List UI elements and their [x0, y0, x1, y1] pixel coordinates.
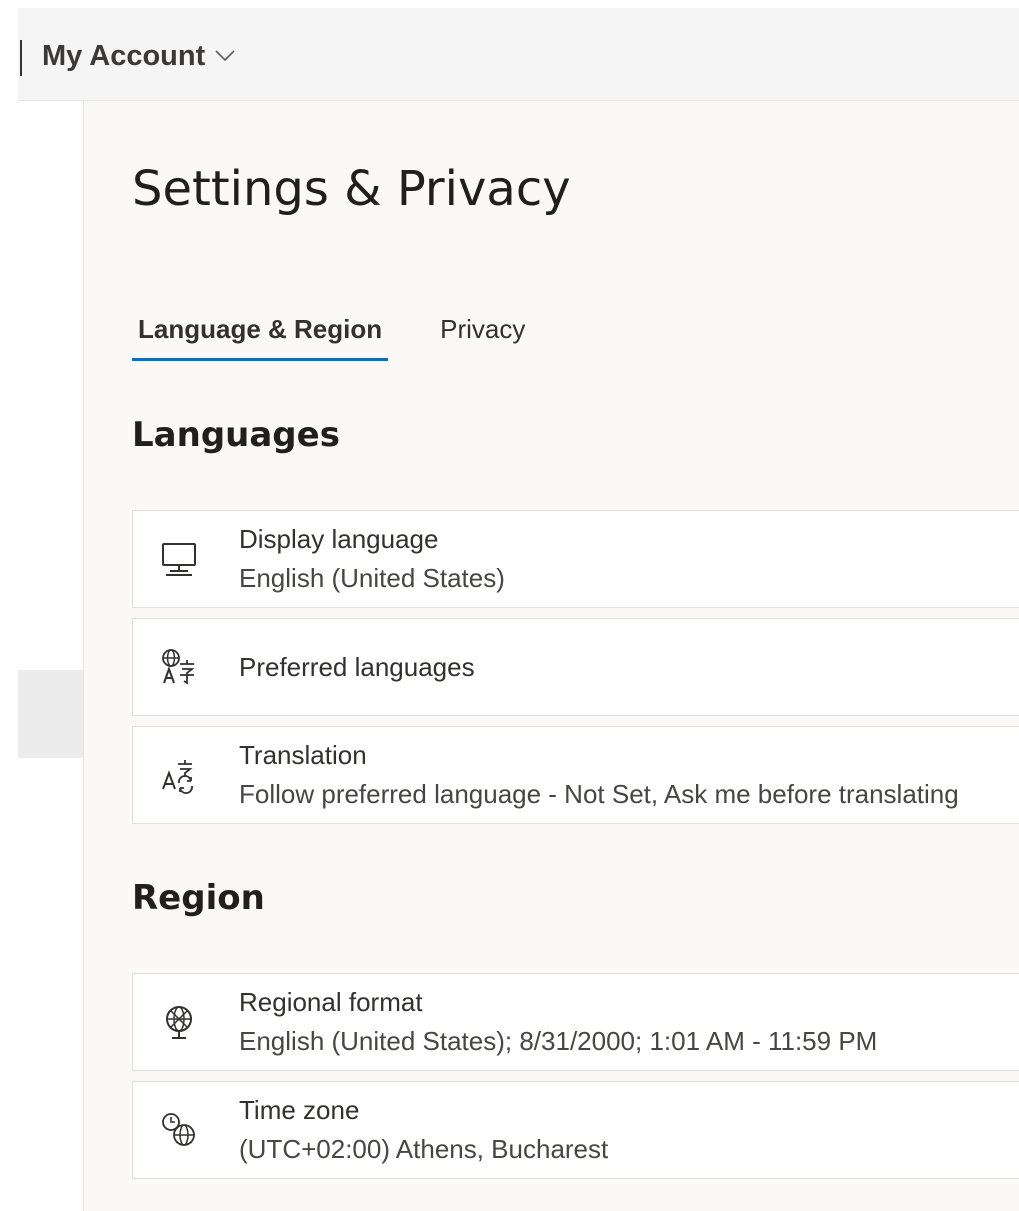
- clock-globe-icon: [159, 1110, 199, 1150]
- regional-format-title: Regional format: [239, 987, 423, 1017]
- translation-value: Follow preferred language - Not Set, Ask…: [239, 779, 959, 809]
- page-title: Settings & Privacy: [132, 161, 571, 217]
- tab-privacy[interactable]: Privacy: [440, 297, 525, 361]
- languages-section-title: Languages: [132, 415, 340, 455]
- left-navigation-rail: [18, 101, 84, 1211]
- globe-language-icon: [159, 647, 199, 687]
- translate-icon: [159, 755, 199, 795]
- display-language-title: Display language: [239, 524, 439, 554]
- tab-language-region[interactable]: Language & Region: [132, 297, 389, 361]
- preferred-languages-item[interactable]: Preferred languages: [132, 618, 1019, 716]
- display-language-item[interactable]: Display language English (United States): [132, 510, 1019, 608]
- my-account-menu[interactable]: My Account: [42, 36, 235, 76]
- monitor-icon: [159, 539, 199, 579]
- translation-title: Translation: [239, 740, 367, 770]
- top-bar: My Account: [18, 8, 1019, 101]
- my-account-label: My Account: [42, 39, 206, 72]
- translation-item[interactable]: Translation Follow preferred language - …: [132, 726, 1019, 824]
- regional-format-item[interactable]: Regional format English (United States);…: [132, 973, 1019, 1071]
- region-section-title: Region: [132, 878, 265, 918]
- time-zone-item[interactable]: Time zone (UTC+02:00) Athens, Bucharest: [132, 1081, 1019, 1179]
- chevron-down-icon: [215, 50, 235, 62]
- preferred-languages-title: Preferred languages: [239, 652, 475, 682]
- globe-settings-icon: [159, 1002, 199, 1042]
- left-rail-selected-item[interactable]: [18, 670, 83, 758]
- time-zone-title: Time zone: [239, 1095, 360, 1125]
- regional-format-value: English (United States); 8/31/2000; 1:01…: [239, 1026, 878, 1056]
- time-zone-value: (UTC+02:00) Athens, Bucharest: [239, 1134, 609, 1164]
- settings-content: Settings & Privacy Language & Region Pri…: [84, 101, 1019, 1211]
- display-language-value: English (United States): [239, 563, 505, 593]
- settings-tabs: Language & Region Privacy: [132, 297, 525, 361]
- topbar-divider: [20, 40, 22, 76]
